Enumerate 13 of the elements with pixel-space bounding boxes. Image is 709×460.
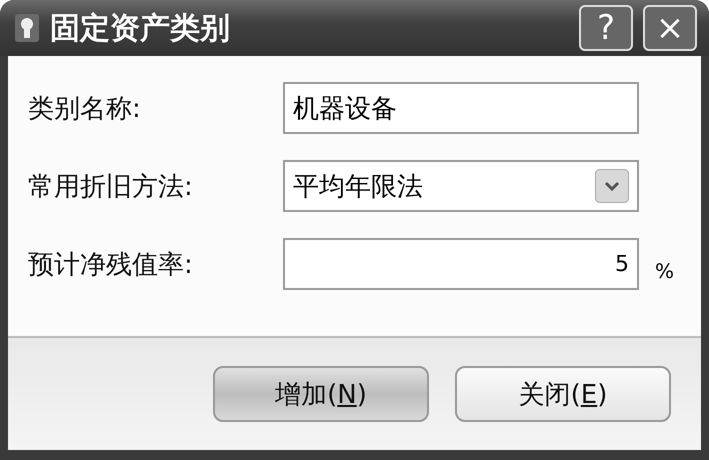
rate-input-field[interactable]: 5 [283, 238, 639, 290]
window-title: 固定资产类别 [50, 10, 231, 48]
add-button[interactable]: 增加(N) [213, 366, 429, 422]
close-dialog-button[interactable]: 关闭(E) [455, 366, 671, 422]
app-icon [14, 13, 40, 43]
help-button[interactable]: ? [579, 5, 633, 51]
unit-label: % [655, 259, 674, 283]
field-label: 预计净残值率: [28, 248, 194, 282]
field-label: 类别名称: [28, 92, 142, 126]
close-button[interactable]: × [643, 5, 697, 51]
method-dropdown[interactable]: 平均年限法 [283, 160, 639, 212]
field-label: 常用折旧方法: [28, 170, 194, 204]
name-input-field[interactable]: 机器设备 [283, 82, 639, 134]
